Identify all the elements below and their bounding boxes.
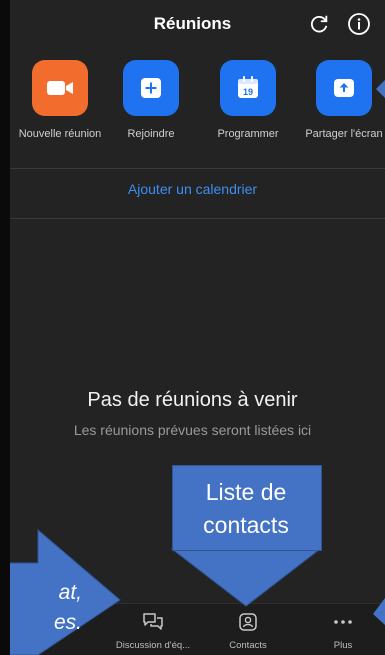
chat-callout-line1: at, [58,581,82,604]
chat-callout-text: at, es. [0,578,82,638]
contacts-callout-line1: Liste de [205,479,287,505]
chat-callout-line2: es. [53,611,82,634]
right-arrow-top [376,80,385,98]
contacts-callout-line2: contacts [203,512,289,538]
annotation-overlay [0,80,385,655]
contacts-callout-arrow [170,548,322,607]
contacts-callout-text: Liste de contacts [172,476,320,542]
right-arrow-bottom [373,598,385,625]
